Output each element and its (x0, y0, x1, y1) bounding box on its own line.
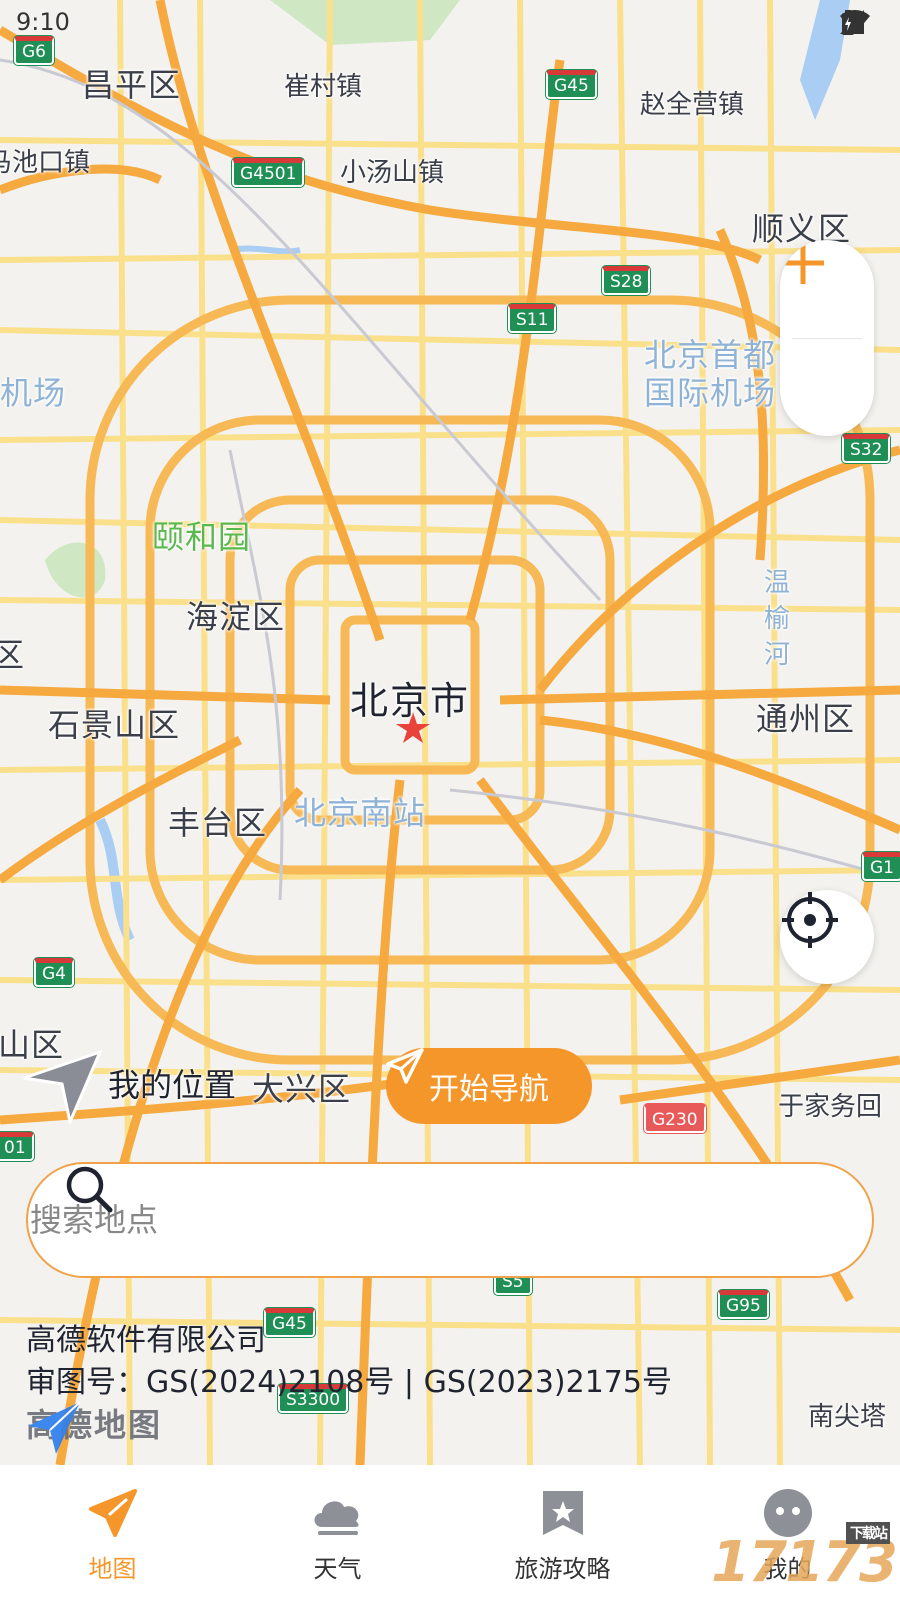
battery-icon (842, 10, 854, 35)
road-shield: G230 (644, 1104, 706, 1133)
district-label: 海淀区 (186, 598, 286, 636)
district-label: 区 (0, 636, 26, 674)
cloud-icon (314, 1501, 359, 1535)
send-icon (386, 1048, 424, 1084)
tab-label: 地图 (88, 1555, 137, 1583)
map-copyright: 高德软件有限公司 审图号：GS(2024)2108号 | GS(2023)217… (26, 1320, 672, 1404)
tab-weather[interactable]: 天气 (225, 1465, 450, 1600)
tab-label: 天气 (313, 1555, 362, 1583)
crosshair-icon (782, 892, 838, 948)
search-input[interactable] (28, 1200, 712, 1240)
zoom-controls (780, 240, 874, 436)
road-shield: 01 (0, 1132, 34, 1161)
district-label: 大兴区 (252, 1070, 352, 1108)
locate-button[interactable] (780, 890, 874, 984)
map-view[interactable]: 北京市 昌平区 顺义区 海淀区 石景山区 丰台区 通州区 大兴区 区 山区 崔村… (0, 0, 900, 1465)
poi-label: 北京南站 (294, 794, 427, 832)
road-shield: G95 (718, 1290, 769, 1319)
my-location-arrow-icon (23, 1050, 102, 1124)
poi-label: 机场 (0, 374, 67, 412)
district-label: 丰台区 (168, 804, 268, 842)
amap-logo: 高德地图 (26, 1400, 162, 1454)
road-shield: S32 (842, 434, 891, 463)
town-label: 小汤山镇 (340, 158, 445, 188)
poi-label: 国际机场 (644, 374, 777, 412)
road-shield: G1 (862, 852, 900, 881)
search-icon (66, 1166, 113, 1213)
park-label: 颐和园 (152, 518, 252, 556)
watermark-badge: 下载站 (846, 1522, 890, 1544)
tab-travel-guide[interactable]: 旅游攻略 (450, 1465, 675, 1600)
start-navigation-button[interactable]: 开始导航 (386, 1048, 592, 1124)
road-shield: S11 (508, 304, 557, 333)
zoom-out-button[interactable] (780, 260, 874, 436)
town-label: 于家务回 (778, 1092, 883, 1122)
copyright-company: 高德软件有限公司 (26, 1323, 266, 1358)
copyright-approval: 审图号：GS(2024)2108号 | GS(2023)2175号 (26, 1365, 672, 1400)
road-shield: S28 (602, 266, 651, 295)
city-label-beijing: 北京市 (350, 679, 471, 723)
tab-label: 旅游攻略 (514, 1555, 611, 1583)
poi-label: 温 (764, 568, 791, 598)
poi-label: 榆 (764, 604, 791, 634)
district-label: 通州区 (756, 700, 856, 738)
town-label: 赵全营镇 (640, 90, 745, 120)
search-bar[interactable] (26, 1162, 874, 1278)
town-label: 马池口镇 (0, 148, 91, 178)
town-label: 南尖塔 (808, 1402, 887, 1432)
road-shield: G45 (546, 70, 597, 99)
navigation-arrow-icon (88, 1489, 137, 1537)
district-label: 石景山区 (48, 706, 181, 744)
road-shield: G4 (34, 958, 74, 987)
my-location-label: 我的位置 (108, 1066, 237, 1104)
district-label: 昌平区 (82, 66, 182, 104)
road-shield: G4501 (232, 158, 305, 187)
road-shield: G6 (14, 36, 54, 65)
start-navigation-label: 开始导航 (429, 1072, 549, 1107)
minus-icon (782, 260, 824, 266)
status-time: 9:10 (16, 8, 70, 36)
town-label: 崔村镇 (284, 72, 363, 102)
amap-logo-icon (28, 1401, 81, 1454)
poi-label: 河 (764, 640, 791, 670)
site-watermark: 17173 下载站 (711, 1522, 898, 1595)
tab-map[interactable]: 地图 (0, 1465, 225, 1600)
star-bookmark-icon (542, 1491, 583, 1535)
